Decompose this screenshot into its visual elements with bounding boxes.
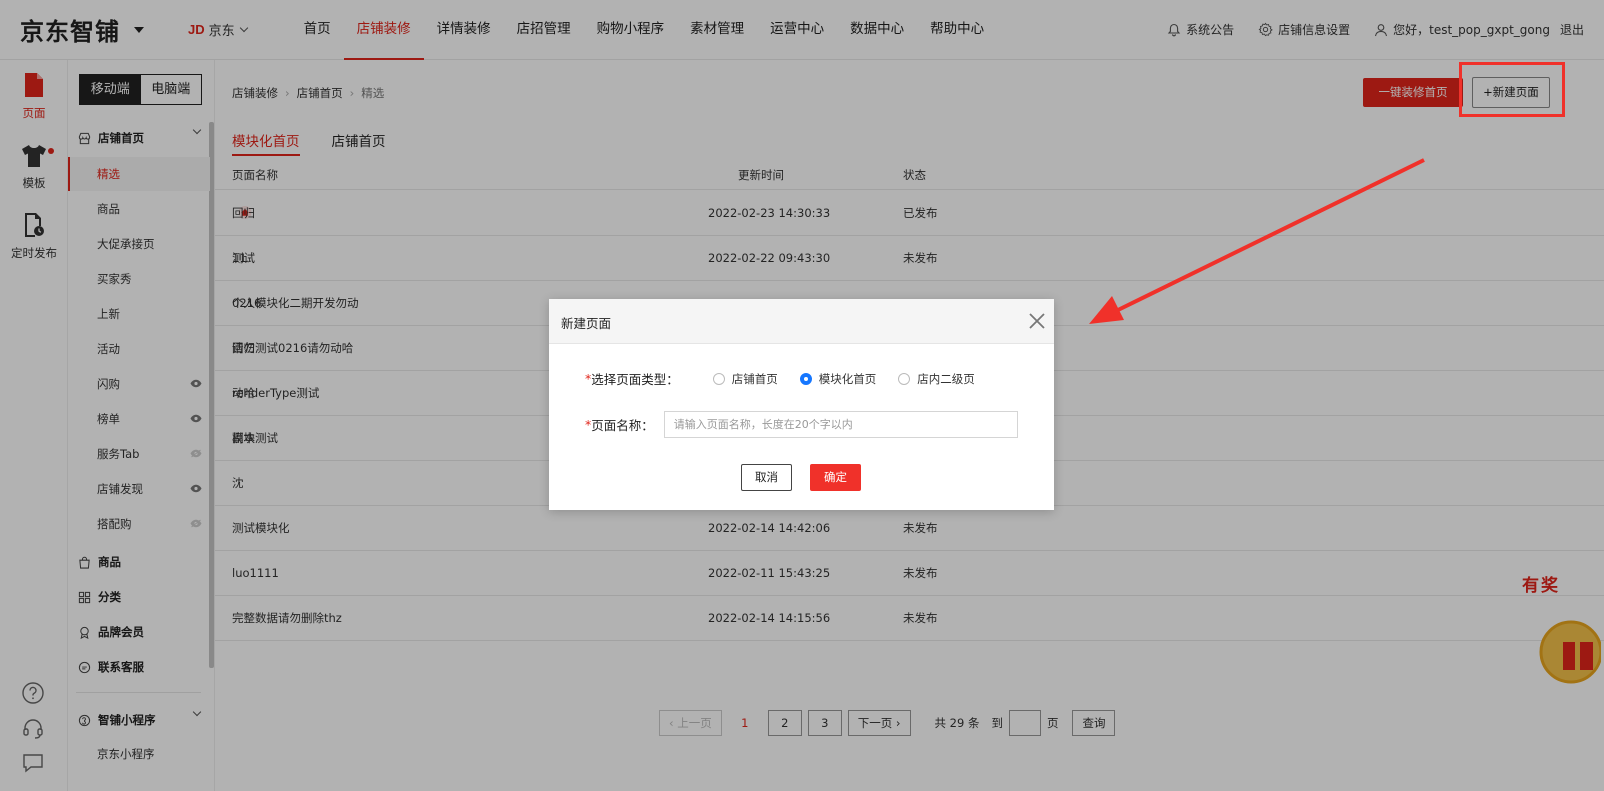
page-name-label: 页面名称： (591, 418, 654, 433)
page-type-radio-group: 店铺首页 模块化首页 店内二级页 (712, 371, 997, 387)
page-name-row: * 页面名称： (585, 411, 1018, 438)
page-name-input[interactable] (663, 411, 1018, 438)
radio-modular-home[interactable]: 模块化首页 (799, 371, 876, 387)
cancel-button[interactable]: 取消 (741, 464, 792, 491)
radio-circle-selected[interactable] (799, 372, 812, 385)
new-page-dialog: 新建页面 * 选择页面类型： 店铺首页 模块化首页 店内二级页 * 页面名称： … (549, 299, 1054, 510)
dialog-header: 新建页面 (549, 299, 1054, 344)
close-icon[interactable] (1028, 312, 1046, 330)
confirm-button[interactable]: 确定 (810, 464, 861, 491)
dialog-title: 新建页面 (561, 316, 612, 331)
radio-store-home[interactable]: 店铺首页 (712, 371, 778, 387)
radio-circle[interactable] (898, 372, 911, 385)
page-type-label: 选择页面类型： (591, 372, 679, 387)
page-type-row: * 选择页面类型： 店铺首页 模块化首页 店内二级页 (585, 369, 997, 388)
radio-secondary-page[interactable]: 店内二级页 (898, 371, 975, 387)
radio-circle[interactable] (712, 372, 725, 385)
